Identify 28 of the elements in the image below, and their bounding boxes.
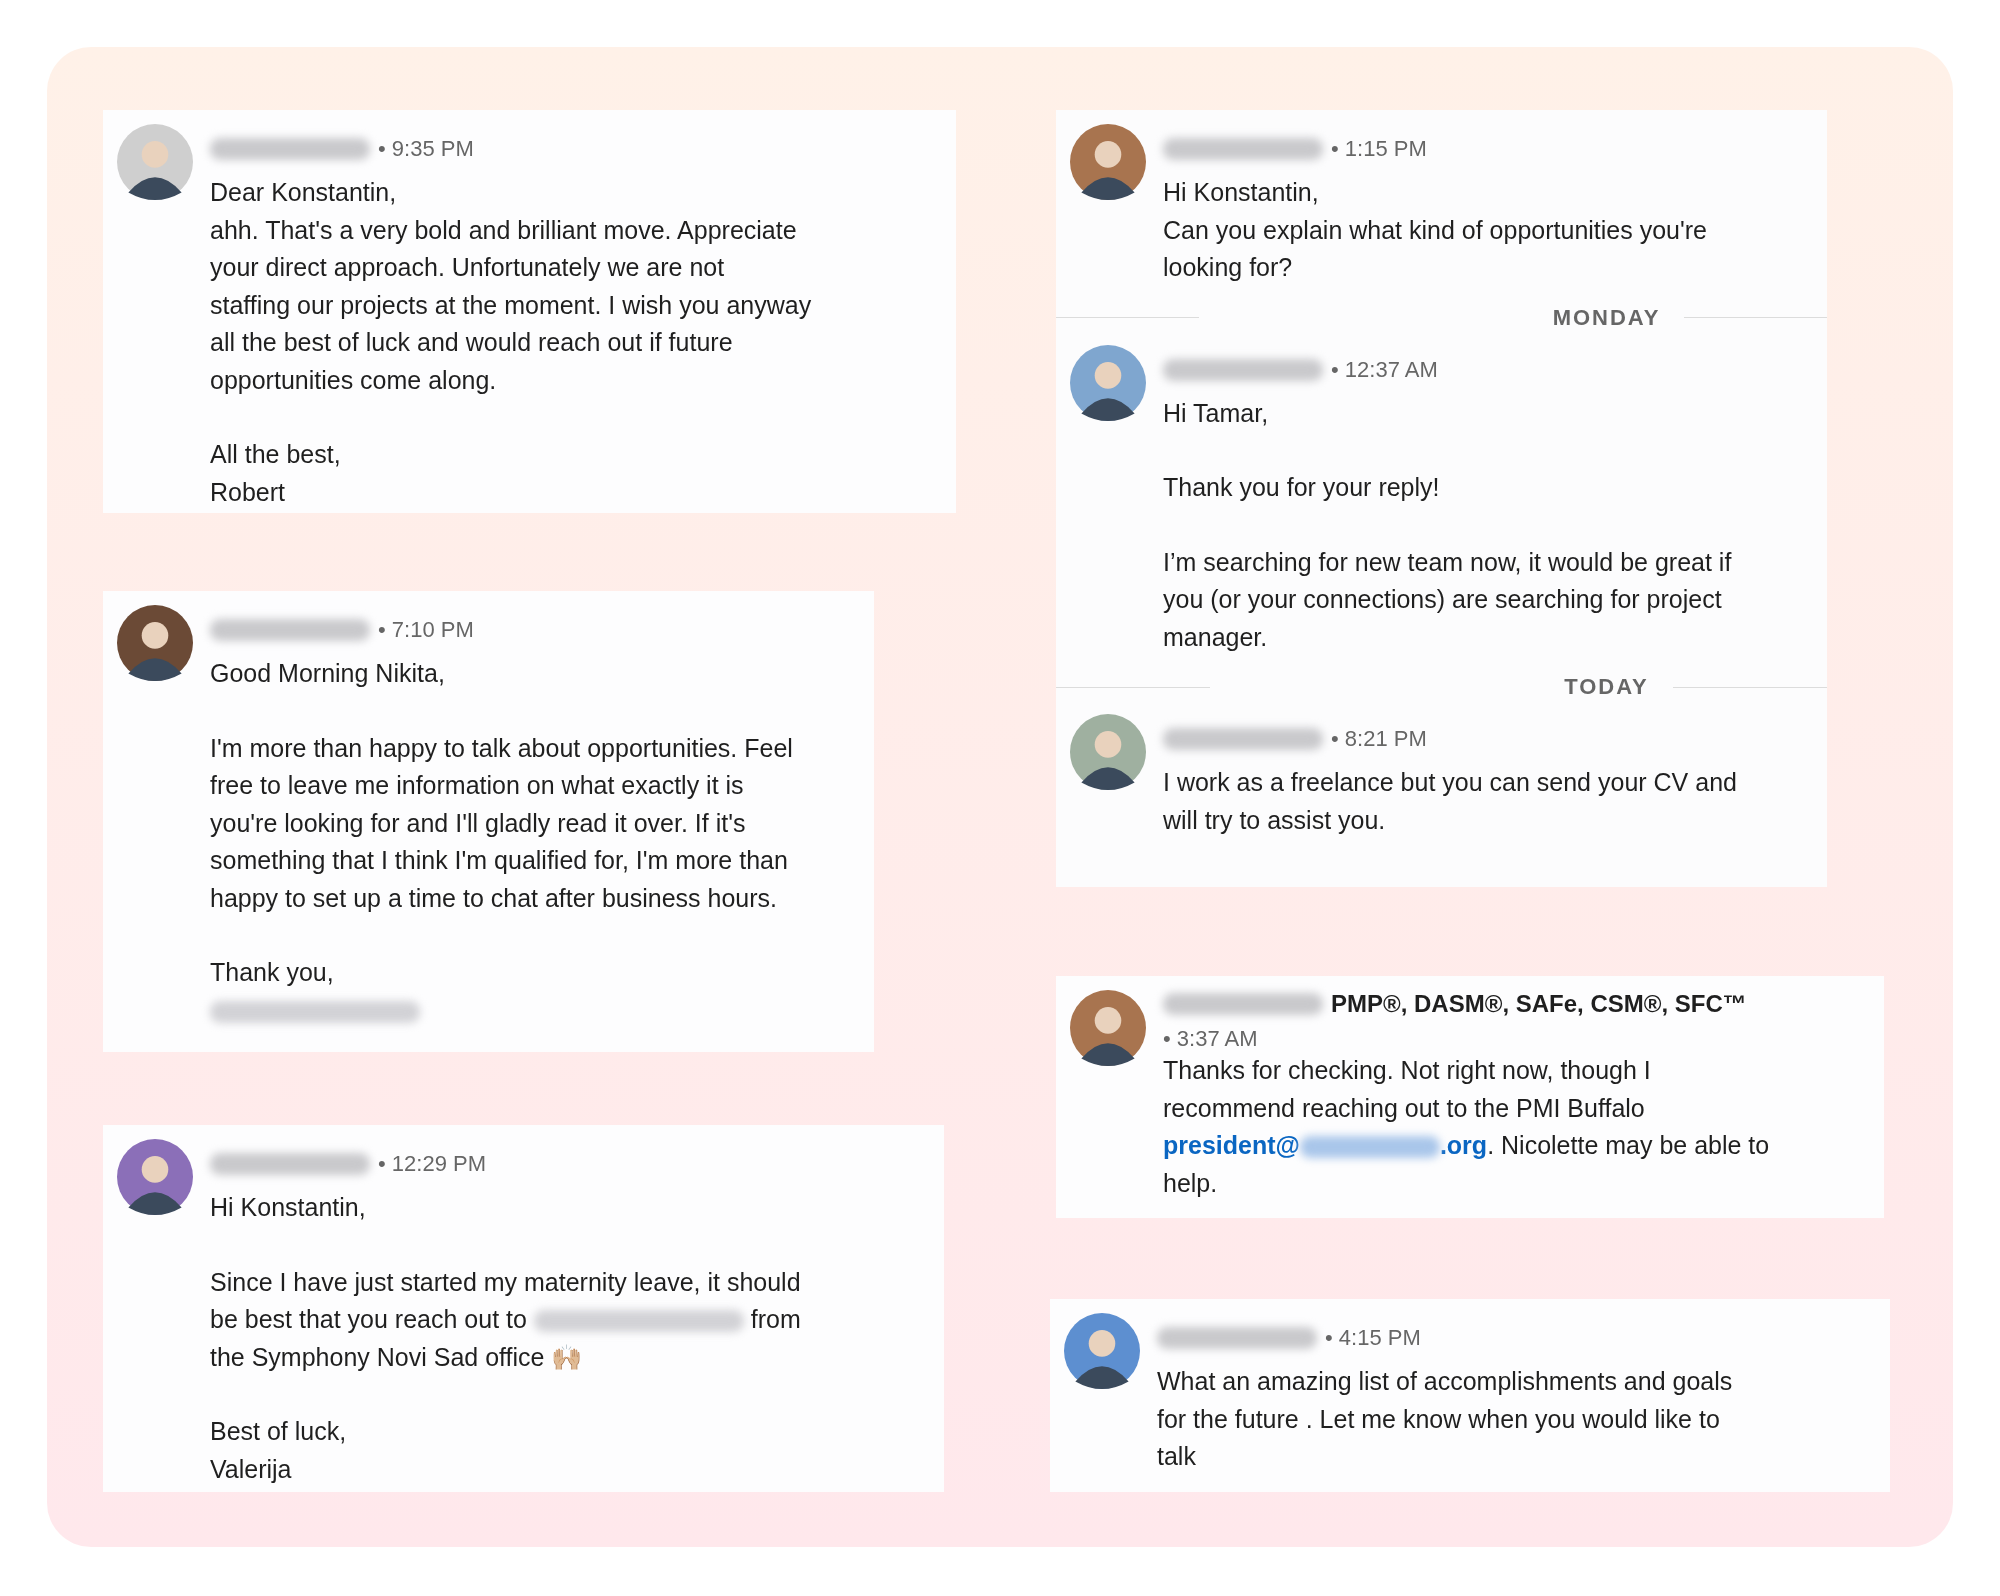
message-time: • 4:15 PM: [1325, 1325, 1421, 1351]
message-text: Since I have just started my maternity leave, it should be best that you reach out to from the Symphony Novi Sad office 🙌🏼: [210, 1266, 801, 1373]
message-text: Hi Konstantin, Can you explain what kind of opportunities you're looking for?: [1163, 177, 1707, 283]
message-text: Hi Konstantin,: [210, 1192, 367, 1223]
message-text: Good Morning Nikita,: [210, 658, 446, 689]
message-time: • 1:15 PM: [1331, 136, 1427, 162]
message-time: • 9:35 PM: [378, 136, 474, 162]
date-divider: TODAY: [1563, 674, 1650, 700]
message-text: What an amazing list of accomplishments and goals for the future . Let me know when you would like to talk: [1157, 1366, 1733, 1472]
message-text: Thank you for your reply!: [1163, 472, 1441, 503]
message-text: I'm more than happy to talk about opportunities. Feel free to leave me information on what exactly it is you're looking for and I'll gladly read it over. If it's something that I think I'm qualified for, I'm more than happy to set up a time to chat after business hours.: [210, 732, 793, 914]
message-text: Dear Konstantin, ahh. That's a very bold and brilliant move. Appreciate your direct approach. Unfortunately we are not staffing our projects at the moment. I wish you anyway all the best of luck and would reach out if future opportunities come along.: [210, 177, 812, 396]
email-link[interactable]: .org: [1439, 1131, 1488, 1159]
message-time: • 12:29 PM: [378, 1151, 486, 1177]
message-time: • 3:37 AM: [1163, 1026, 1259, 1052]
email-link[interactable]: president@: [1163, 1131, 1300, 1159]
date-divider: MONDAY: [1551, 304, 1662, 331]
message-text: Hi Tamar,: [1163, 397, 1270, 429]
message-text: All the best, Robert: [210, 439, 342, 508]
message-text: I’m searching for new team now, it would be great if you (or your connections) are searching for project manager.: [1163, 546, 1732, 653]
message-text: Thank you,: [210, 954, 793, 1029]
message-text: I work as a freelance but you can send your CV and will try to assist you.: [1163, 767, 1737, 836]
message-text: Best of luck, Valerija: [210, 1416, 348, 1485]
message-time: • 8:21 PM: [1331, 726, 1427, 752]
message-time: • 7:10 PM: [378, 617, 474, 643]
sender-credentials: PMP®, DASM®, SAFe, CSM®, SFC™: [1331, 990, 1747, 1018]
message-time: • 12:37 AM: [1331, 356, 1438, 383]
message-text: Thanks for checking. Not right now, though I recommend reaching out to the PMI Buffalo president@ .org. Nicolette may be able to help.: [1163, 1055, 1771, 1199]
